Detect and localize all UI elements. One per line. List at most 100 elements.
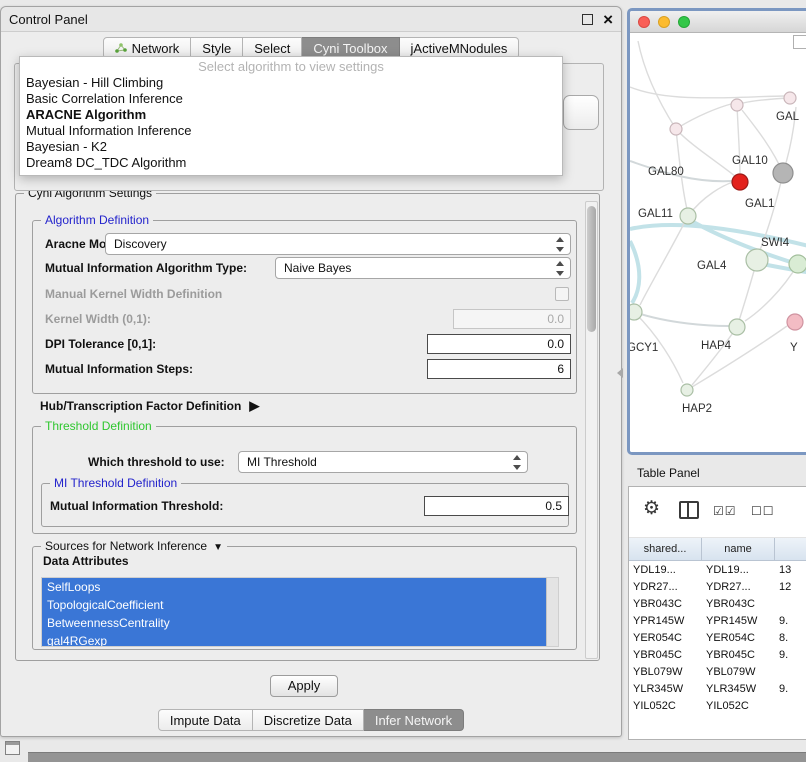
mi-type-value: Naive Bayes xyxy=(284,261,351,275)
data-attribute-betweennesscentrality[interactable]: BetweennessCentrality xyxy=(42,614,547,632)
table-row[interactable]: YDR27...YDR27...12 xyxy=(629,578,806,595)
table-cell: YBL079W xyxy=(702,666,775,678)
dpi-tolerance-field[interactable]: 0.0 xyxy=(427,334,571,354)
mi-threshold-definition-group: MI Threshold Definition Mutual Informati… xyxy=(41,483,569,527)
table-cell: YIL052C xyxy=(702,700,775,712)
table-cell: YDR27... xyxy=(629,581,702,593)
tab-label: Style xyxy=(202,41,231,56)
network-canvas[interactable]: GAL80GAL11GAL10GAL1GAL4SWI4GCY1HAP4HAP2G… xyxy=(630,33,806,453)
column-header-name[interactable]: name xyxy=(702,538,775,560)
close-traffic-light[interactable] xyxy=(638,16,650,28)
node-label-swi4: SWI4 xyxy=(761,237,790,249)
chevron-down-icon: ▼ xyxy=(213,542,223,553)
gear-icon[interactable]: ⚙ xyxy=(643,497,660,520)
tab-infer-network[interactable]: Infer Network xyxy=(364,709,464,731)
table-row[interactable]: YPR145WYPR145W9. xyxy=(629,612,806,629)
list-scrollbar[interactable] xyxy=(546,578,558,646)
algorithm-list: Bayesian - Hill ClimbingBasic Correlatio… xyxy=(20,75,562,171)
data-attribute-selfloops[interactable]: SelfLoops xyxy=(42,578,547,596)
mi-type-combo[interactable]: Naive Bayes xyxy=(275,257,571,279)
stepper-icon xyxy=(556,237,565,252)
table-cell: 9. xyxy=(775,683,806,695)
data-attributes-list[interactable]: SelfLoopsTopologicalCoefficientBetweenne… xyxy=(41,577,559,647)
node-label-y: Y xyxy=(790,342,798,354)
panel-splitter-arrow[interactable] xyxy=(617,368,623,378)
network-node-n5[interactable] xyxy=(680,208,696,224)
mi-steps-field[interactable]: 6 xyxy=(427,359,571,379)
table-toolbar: ⚙ ☑☑ ☐☐ xyxy=(629,487,806,538)
table-cell: YDR27... xyxy=(702,581,775,593)
table-panel-title: Table Panel xyxy=(628,462,806,484)
float-window-icon[interactable] xyxy=(582,14,593,25)
table-cell: YBL079W xyxy=(629,666,702,678)
select-unchecked-icon[interactable]: ☐☐ xyxy=(751,504,775,518)
data-attribute-topologicalcoefficient[interactable]: TopologicalCoefficient xyxy=(42,596,547,614)
mi-threshold-field[interactable]: 0.5 xyxy=(424,496,569,516)
algorithm-option-bayesian-k2[interactable]: Bayesian - K2 xyxy=(20,139,562,155)
bottom-tab-bar: Impute DataDiscretize DataInfer Network xyxy=(1,709,621,731)
algorithm-definition-group: Algorithm Definition Aracne Mode: Discov… xyxy=(32,220,577,394)
table-row[interactable]: YBR045CYBR045C9. xyxy=(629,646,806,663)
algorithm-option-bayesian-hill-climbing[interactable]: Bayesian - Hill Climbing xyxy=(20,75,562,91)
minimized-window-icon[interactable] xyxy=(5,741,20,755)
algorithm-option-aracne-algorithm[interactable]: ARACNE Algorithm xyxy=(20,107,562,123)
table-cell: 9. xyxy=(775,649,806,661)
table-cell: YBR045C xyxy=(629,649,702,661)
tab-label: Cyni Toolbox xyxy=(313,41,387,56)
table-body: YDL19...YDL19...13YDR27...YDR27...12YBR0… xyxy=(629,561,806,714)
algorithm-definition-title: Algorithm Definition xyxy=(41,213,153,227)
which-threshold-combo[interactable]: MI Threshold xyxy=(238,451,528,473)
settings-scrollbar[interactable] xyxy=(585,201,598,659)
table-cell: 9. xyxy=(775,615,806,627)
aracne-mode-combo[interactable]: Discovery xyxy=(105,233,571,255)
columns-icon[interactable] xyxy=(679,501,699,519)
algorithm-dropdown-popup: Select algorithm to view settings Bayesi… xyxy=(19,56,563,176)
network-node-n10[interactable] xyxy=(681,384,693,396)
column-header-extra[interactable] xyxy=(775,538,806,560)
network-node-n2[interactable] xyxy=(731,99,743,111)
network-view-window: GAL80GAL11GAL10GAL1GAL4SWI4GCY1HAP4HAP2G… xyxy=(627,8,806,455)
table-row[interactable]: YDL19...YDL19...13 xyxy=(629,561,806,578)
threshold-definition-group: Threshold Definition Which threshold to … xyxy=(32,426,577,534)
canvas-scroll-corner[interactable] xyxy=(793,35,806,49)
network-node-n7[interactable] xyxy=(789,255,806,273)
table-row[interactable]: YBR043CYBR043C xyxy=(629,595,806,612)
close-icon[interactable]: × xyxy=(603,11,613,28)
algorithm-option-mutual-information-inference[interactable]: Mutual Information Inference xyxy=(20,123,562,139)
algorithm-option-basic-correlation-inference[interactable]: Basic Correlation Inference xyxy=(20,91,562,107)
network-node-n12[interactable] xyxy=(784,92,796,104)
minimize-traffic-light[interactable] xyxy=(658,16,670,28)
select-checked-icon[interactable]: ☑☑ xyxy=(713,504,737,518)
hub-tf-definition-toggle[interactable]: Hub/Transcription Factor Definition ▶ xyxy=(40,398,259,414)
node-label-gal11: GAL11 xyxy=(638,208,673,220)
zoom-traffic-light[interactable] xyxy=(678,16,690,28)
table-row[interactable]: YLR345WYLR345W9. xyxy=(629,680,806,697)
hub-tf-definition-label: Hub/Transcription Factor Definition xyxy=(40,399,241,413)
network-node-n8[interactable] xyxy=(630,304,642,320)
network-node-n6[interactable] xyxy=(746,249,768,271)
table-row[interactable]: YIL052CYIL052C xyxy=(629,697,806,714)
kernel-width-field[interactable]: 0.0 xyxy=(453,309,571,329)
tab-discretize-data[interactable]: Discretize Data xyxy=(253,709,364,731)
table-cell: YPR145W xyxy=(629,615,702,627)
table-cell: YBR045C xyxy=(702,649,775,661)
desktop: Control Panel × NetworkStyleSelectCyni T… xyxy=(0,0,806,762)
apply-button[interactable]: Apply xyxy=(270,675,338,697)
network-node-n11[interactable] xyxy=(787,314,803,330)
network-node-n9[interactable] xyxy=(729,319,745,335)
background-window-bar xyxy=(28,752,806,762)
scrollbar-thumb[interactable] xyxy=(587,206,596,332)
column-header-shared[interactable]: shared... xyxy=(629,538,702,560)
kernel-width-label: Kernel Width (0,1): xyxy=(45,308,151,330)
table-cell: YLR345W xyxy=(702,683,775,695)
table-row[interactable]: YBL079WYBL079W xyxy=(629,663,806,680)
table-cell: YER054C xyxy=(629,632,702,644)
tab-impute-data[interactable]: Impute Data xyxy=(158,709,253,731)
network-node-n1[interactable] xyxy=(670,123,682,135)
network-node-gal10-red[interactable] xyxy=(732,174,748,190)
table-row[interactable]: YER054CYER054C8. xyxy=(629,629,806,646)
network-node-gray-hub[interactable] xyxy=(773,163,793,183)
data-attribute-gal4rgexp[interactable]: gal4RGexp xyxy=(42,632,547,647)
manual-kernel-checkbox[interactable] xyxy=(555,287,569,301)
algorithm-option-dream8-dc-tdc-algorithm[interactable]: Dream8 DC_TDC Algorithm xyxy=(20,155,562,171)
